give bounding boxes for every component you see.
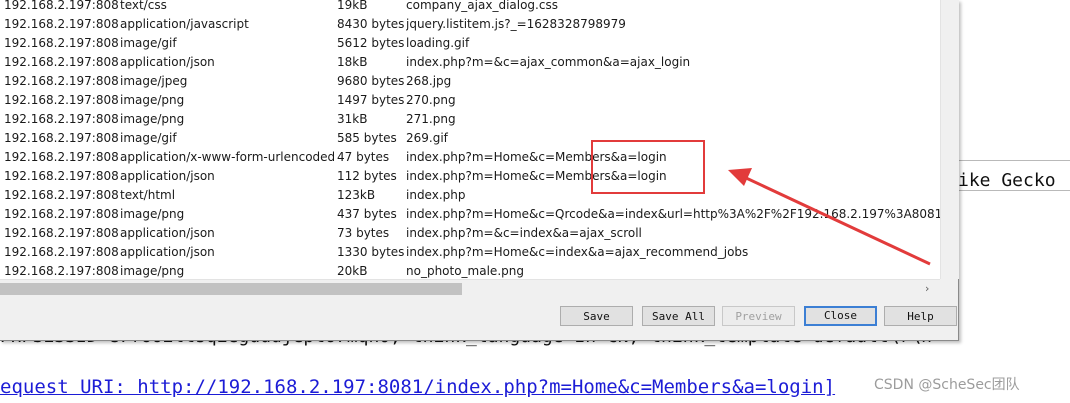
request-row[interactable]: 192.168.2.197:8081 text/css 19kB company_aj… (0, 0, 940, 15)
request-content-type: image/png (120, 264, 185, 278)
request-content-type: application/json (120, 169, 215, 183)
request-size: 5612 bytes (337, 36, 405, 50)
request-row[interactable]: 192.168.2.197:8081 application/x-www-form… (0, 148, 940, 167)
request-list[interactable]: 192.168.2.197:8081 text/css 19kB company_aj… (0, 0, 940, 279)
request-row[interactable]: 192.168.2.197:8081 application/json 18kB in… (0, 53, 940, 72)
request-row[interactable]: 192.168.2.197:8081 text/html 123kB index.ph… (0, 186, 940, 205)
request-host: 192.168.2.197:8081 (4, 0, 118, 12)
request-size: 47 bytes (337, 150, 390, 164)
request-url: index.php?m=Home&c=index&a=ajax_recommen… (406, 245, 749, 259)
request-url: jquery.listitem.js?_=1628328798979 (406, 17, 626, 31)
request-host: 192.168.2.197:8081 (4, 188, 118, 202)
request-host: 192.168.2.197:8081 (4, 112, 118, 126)
request-row[interactable]: 192.168.2.197:8081 image/png 437 bytes inde… (0, 205, 940, 224)
request-size: 18kB (337, 55, 368, 69)
help-button[interactable]: Help (884, 306, 957, 326)
request-row[interactable]: 192.168.2.197:8081 image/gif 5612 bytes loa… (0, 34, 940, 53)
request-row[interactable]: 192.168.2.197:8081 application/json 112 by… (0, 167, 940, 186)
request-url: index.php?m=&c=ajax_common&a=ajax_login (406, 55, 691, 69)
annotation-highlight-box (591, 140, 705, 194)
request-content-type: image/jpeg (120, 74, 188, 88)
request-url: no_photo_male.png (406, 264, 524, 278)
request-content-type: application/json (120, 55, 215, 69)
request-host: 192.168.2.197:8081 (4, 36, 118, 50)
vertical-scrollbar[interactable] (940, 0, 959, 279)
request-host: 192.168.2.197:8081 (4, 131, 118, 145)
request-row[interactable]: 192.168.2.197:8081 application/json 1330 b… (0, 243, 940, 262)
request-url: index.php?m=&c=index&a=ajax_scroll (406, 226, 642, 240)
request-host: 192.168.2.197:8081 (4, 150, 118, 164)
request-size: 112 bytes (337, 169, 397, 183)
request-size: 8430 bytes (337, 17, 405, 31)
request-size: 437 bytes (337, 207, 397, 221)
request-content-type: text/html (120, 188, 176, 202)
request-size: 123kB (337, 188, 376, 202)
request-host: 192.168.2.197:8081 (4, 169, 118, 183)
request-url: company_ajax_dialog.css (406, 0, 558, 12)
request-url: index.php?m=Home&c=Qrcode&a=index&url=ht… (406, 207, 940, 221)
request-row[interactable]: 192.168.2.197:8081 image/png 1497 bytes 270… (0, 91, 940, 110)
request-content-type: image/gif (120, 131, 177, 145)
request-host: 192.168.2.197:8081 (4, 264, 118, 278)
request-host: 192.168.2.197:8081 (4, 74, 118, 88)
request-url: 271.png (406, 112, 456, 126)
request-content-type: application/javascript (120, 17, 249, 31)
horizontal-scrollbar[interactable]: › (0, 279, 940, 298)
request-row[interactable]: 192.168.2.197:8081 image/png 20kB no_photo_… (0, 262, 940, 279)
request-host: 192.168.2.197:8081 (4, 245, 118, 259)
request-host: 192.168.2.197:8081 (4, 226, 118, 240)
save-button[interactable]: Save (560, 306, 633, 326)
request-url: 268.jpg (406, 74, 452, 88)
watermark: CSDN @ScheSec团队 (874, 377, 1020, 393)
request-size: 1330 bytes (337, 245, 405, 259)
request-content-type: application/json (120, 245, 215, 259)
request-host: 192.168.2.197:8081 (4, 93, 118, 107)
scroll-right-arrow-icon[interactable]: › (925, 282, 929, 295)
save-all-button[interactable]: Save All (642, 306, 715, 326)
request-content-type: image/png (120, 93, 185, 107)
request-content-type: application/x-www-form-urlencoded (120, 150, 334, 164)
request-size: 9680 bytes (337, 74, 405, 88)
preview-button: Preview (722, 306, 795, 326)
horizontal-scroll-thumb[interactable] (0, 283, 462, 295)
request-host: 192.168.2.197:8081 (4, 207, 118, 221)
request-size: 31kB (337, 112, 368, 126)
request-size: 1497 bytes (337, 93, 405, 107)
request-content-type: image/gif (120, 36, 177, 50)
request-row[interactable]: 192.168.2.197:8081 image/gif 585 bytes 269.… (0, 129, 940, 148)
request-size: 20kB (337, 264, 368, 278)
background-divider (958, 160, 1070, 161)
request-content-type: text/css (120, 0, 167, 12)
request-row[interactable]: 192.168.2.197:8081 image/png 31kB 271.png (0, 110, 940, 129)
request-url: loading.gif (406, 36, 470, 50)
request-size: 73 bytes (337, 226, 390, 240)
request-size: 585 bytes (337, 131, 397, 145)
save-requests-dialog: 192.168.2.197:8081 text/css 19kB company_aj… (0, 0, 959, 341)
background-user-agent-text: ike Gecko (958, 170, 1056, 191)
scrollbar-corner (940, 279, 958, 297)
request-row[interactable]: 192.168.2.197:8081 application/json 73 byt… (0, 224, 940, 243)
request-host: 192.168.2.197:8081 (4, 55, 118, 69)
request-content-type: image/png (120, 207, 185, 221)
background-request-uri-link[interactable]: equest URI: http://192.168.2.197:8081/in… (0, 376, 835, 398)
close-button[interactable]: Close (804, 306, 877, 326)
request-content-type: image/png (120, 112, 185, 126)
request-content-type: application/json (120, 226, 215, 240)
request-row[interactable]: 192.168.2.197:8081 application/javascript… (0, 15, 940, 34)
request-row[interactable]: 192.168.2.197:8081 image/jpeg 9680 bytes 26… (0, 72, 940, 91)
request-url: 270.png (406, 93, 456, 107)
request-size: 19kB (337, 0, 368, 12)
request-host: 192.168.2.197:8081 (4, 17, 118, 31)
